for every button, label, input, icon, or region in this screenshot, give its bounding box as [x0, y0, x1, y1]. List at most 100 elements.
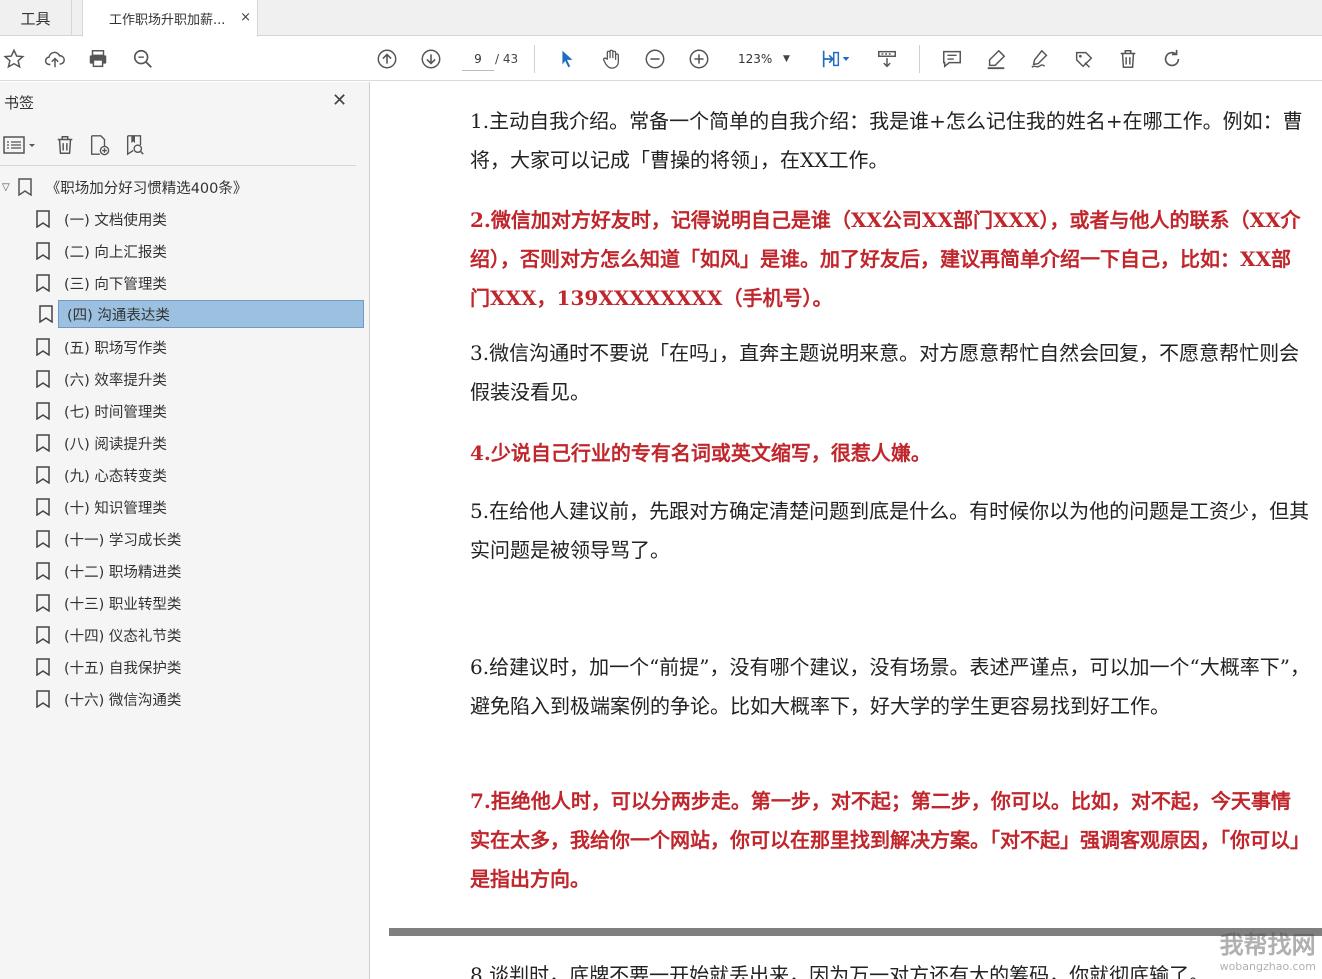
toolbar-divider — [919, 45, 920, 73]
bookmark-icon — [36, 242, 50, 260]
tab-tools[interactable]: 工具 — [0, 0, 72, 36]
rotate-icon[interactable] — [1158, 45, 1186, 73]
bookmarks-title: 书签 — [4, 94, 35, 112]
toolbar: 9 / 43 123% ▼ — [0, 37, 1322, 81]
star-icon[interactable] — [0, 45, 28, 73]
bookmark-icon — [36, 594, 50, 612]
comment-icon[interactable] — [938, 45, 966, 73]
bookmark-item[interactable]: (六) 效率提升类 — [36, 365, 356, 393]
bookmark-label: (三) 向下管理类 — [64, 276, 167, 293]
bookmark-label: 《职场加分好习惯精选400条》 — [45, 180, 248, 197]
tab-document[interactable]: 工作职场升职加薪... × — [82, 0, 258, 37]
bookmark-icon — [36, 402, 50, 420]
bookmark-label: (九) 心态转变类 — [64, 468, 167, 485]
bookmark-icon — [36, 690, 50, 708]
bookmarks-panel: 书签 ✕ ▽ 《职场加分好习惯精选400条》 (一) 文档使用类 (二) 向上汇报… — [0, 82, 370, 979]
close-icon[interactable]: × — [240, 10, 251, 25]
bookmark-item[interactable]: (七) 时间管理类 — [36, 397, 356, 425]
bookmark-label: (五) 职场写作类 — [64, 340, 167, 357]
bookmark-label: (四) 沟通表达类 — [67, 307, 170, 324]
hand-icon[interactable] — [597, 45, 625, 73]
delete-icon[interactable] — [1114, 45, 1142, 73]
cloud-upload-icon[interactable] — [41, 45, 69, 73]
zoom-in-icon[interactable] — [685, 45, 713, 73]
bookmarks-toolbar — [0, 126, 356, 166]
bookmark-icon — [36, 434, 50, 452]
bookmark-label: (十一) 学习成长类 — [64, 532, 182, 549]
bookmark-item[interactable]: (十二) 职场精进类 — [36, 557, 356, 585]
bookmark-item[interactable]: (十四) 仪态礼节类 — [36, 621, 356, 649]
chevron-down-icon[interactable]: ▼ — [783, 47, 790, 71]
pdf-page-next: 8.谈判时，底牌不要一开始就丢出来，因为万一对方还有大的筹码，你就彻底输了。 — [389, 936, 1322, 979]
print-icon[interactable] — [84, 45, 112, 73]
bookmark-icon — [36, 466, 50, 484]
bookmark-label: (十三) 职业转型类 — [64, 596, 182, 613]
bookmark-item[interactable]: (四) 沟通表达类 — [39, 300, 364, 328]
bookmark-item[interactable]: (十六) 微信沟通类 — [36, 685, 356, 713]
document-paragraph: 6.给建议时，加一个“前提”，没有哪个建议，没有场景。表述严谨点，可以加一个“大… — [470, 655, 1310, 718]
document-paragraph: 1.主动自我介绍。常备一个简单的自我介绍：我是谁+怎么记住我的姓名+在哪工作。例… — [470, 109, 1303, 172]
highlight-icon[interactable] — [982, 45, 1010, 73]
bookmark-item[interactable]: (十三) 职业转型类 — [36, 589, 356, 617]
bookmark-icon — [36, 210, 50, 228]
watermark-text: 我帮找网 — [1219, 931, 1316, 959]
scroll-mode-icon[interactable] — [873, 45, 901, 73]
bookmark-icon — [39, 305, 53, 323]
page-total: / 43 — [495, 52, 519, 66]
bookmark-label: (七) 时间管理类 — [64, 404, 167, 421]
bookmark-label: (一) 文档使用类 — [64, 212, 167, 229]
bookmark-item[interactable]: (八) 阅读提升类 — [36, 429, 356, 457]
new-bookmark-icon[interactable] — [88, 132, 110, 158]
chevron-down-icon[interactable]: ▽ — [2, 182, 10, 193]
document-view: 1.主动自我介绍。常备一个简单的自我介绍：我是谁+怎么记住我的姓名+在哪工作。例… — [371, 82, 1322, 979]
bookmark-root[interactable]: ▽ 《职场加分好习惯精选400条》 — [2, 173, 362, 201]
document-paragraph: 8.谈判时，底牌不要一开始就丢出来，因为万一对方还有大的筹码，你就彻底输了。 — [470, 963, 1210, 979]
options-menu-icon[interactable] — [2, 132, 38, 158]
close-icon[interactable]: ✕ — [332, 90, 347, 111]
bookmark-label: (六) 效率提升类 — [64, 372, 167, 389]
stamp-icon[interactable] — [1070, 45, 1098, 73]
sign-icon[interactable] — [1026, 45, 1054, 73]
bookmark-item[interactable]: (九) 心态转变类 — [36, 461, 356, 489]
toolbar-divider — [534, 45, 535, 73]
bookmark-label: (八) 阅读提升类 — [64, 436, 167, 453]
document-paragraph: 4.少说自己行业的专有名词或英文缩写，很惹人嫌。 — [470, 441, 931, 465]
chevron-down-icon[interactable] — [840, 45, 852, 73]
delete-bookmark-icon[interactable] — [54, 132, 76, 158]
bookmark-item[interactable]: (五) 职场写作类 — [36, 333, 356, 361]
watermark-url: wobangzhao.com — [1219, 960, 1316, 973]
bookmark-label: (十四) 仪态礼节类 — [64, 628, 182, 645]
page-number-input[interactable]: 9 — [462, 47, 494, 71]
tab-document-label: 工作职场升职加薪... — [109, 13, 226, 28]
page-down-icon[interactable] — [417, 45, 445, 73]
document-paragraph: 2.微信加对方好友时，记得说明自己是谁（XX公司XX部门XXX），或者与他人的联… — [470, 208, 1301, 310]
tab-bar: 工具 工作职场升职加薪... × — [0, 0, 1322, 37]
bookmark-icon — [36, 498, 50, 516]
select-cursor-icon[interactable] — [553, 45, 581, 73]
zoom-search-icon[interactable] — [129, 45, 157, 73]
watermark: 我帮找网 wobangzhao.com — [1220, 925, 1316, 973]
document-paragraph: 5.在给他人建议前，先跟对方确定清楚问题到底是什么。有时候你以为他的问题是工资少… — [470, 499, 1310, 562]
pdf-page: 1.主动自我介绍。常备一个简单的自我介绍：我是谁+怎么记住我的姓名+在哪工作。例… — [389, 82, 1322, 928]
zoom-out-icon[interactable] — [641, 45, 669, 73]
bookmark-item[interactable]: (十一) 学习成长类 — [36, 525, 356, 553]
bookmark-icon — [36, 626, 50, 644]
page-up-icon[interactable] — [373, 45, 401, 73]
bookmark-icon — [36, 562, 50, 580]
bookmark-icon — [36, 530, 50, 548]
document-paragraph: 7.拒绝他人时，可以分两步走。第一步，对不起；第二步，你可以。比如，对不起，今天… — [470, 789, 1310, 891]
bookmark-icon — [36, 338, 50, 356]
bookmark-item[interactable]: (一) 文档使用类 — [36, 205, 356, 233]
bookmark-item[interactable]: (十) 知识管理类 — [36, 493, 356, 521]
bookmark-label: (十) 知识管理类 — [64, 500, 167, 517]
bookmark-label: (十五) 自我保护类 — [64, 660, 182, 677]
bookmark-item[interactable]: (十五) 自我保护类 — [36, 653, 356, 681]
bookmark-icon — [17, 178, 32, 196]
bookmark-icon — [36, 274, 50, 292]
bookmark-item[interactable]: (三) 向下管理类 — [36, 269, 356, 297]
bookmark-search-icon[interactable] — [124, 132, 146, 158]
bookmark-item[interactable]: (二) 向上汇报类 — [36, 237, 356, 265]
bookmark-label: (十六) 微信沟通类 — [64, 692, 182, 709]
bookmark-label: (十二) 职场精进类 — [64, 564, 182, 581]
bookmark-icon — [36, 658, 50, 676]
